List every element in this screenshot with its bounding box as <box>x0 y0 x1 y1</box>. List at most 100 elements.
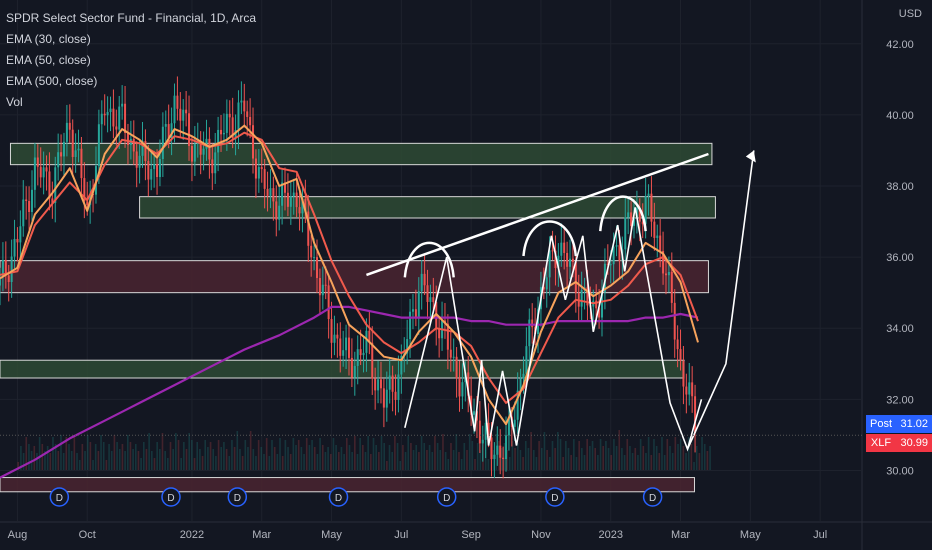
candle-body <box>670 271 673 303</box>
support-zone <box>0 359 685 379</box>
dividend-letter: D <box>335 493 342 504</box>
volume-bar <box>621 448 623 470</box>
volume-bar <box>142 442 145 470</box>
volume-bar <box>177 440 180 470</box>
volume-bar <box>228 456 231 470</box>
ema50-legend[interactable]: EMA (50, close) <box>6 50 256 71</box>
volume-bar <box>508 457 511 470</box>
volume-bar <box>110 451 113 470</box>
candle-body <box>333 334 336 343</box>
volume-bar <box>527 448 530 470</box>
volume-bar <box>303 454 305 470</box>
candle-body <box>499 445 502 458</box>
volume-bar <box>84 451 86 470</box>
candle-body <box>310 245 313 258</box>
volume-bar <box>183 442 185 470</box>
volume-bar <box>247 447 249 470</box>
volume-bar <box>263 454 265 470</box>
candle-body <box>691 382 694 397</box>
currency-label: USD <box>898 8 922 20</box>
y-tick-label: 32.00 <box>886 394 914 406</box>
volume-bar <box>239 449 241 470</box>
volume-bar <box>241 456 244 470</box>
volume-bar <box>257 440 260 470</box>
volume-bar <box>613 439 615 470</box>
candle-body <box>345 337 348 351</box>
volume-bar <box>148 433 150 470</box>
volume-bar <box>471 441 474 470</box>
candle-body <box>531 319 534 328</box>
volume-bar <box>460 459 463 470</box>
candle-body <box>522 373 525 379</box>
volume-bar <box>102 442 105 470</box>
volume-bar <box>447 459 450 470</box>
volume-bar <box>188 433 190 470</box>
x-tick-label: Jul <box>394 529 408 541</box>
volume-bar <box>153 458 156 470</box>
x-tick-label: Mar <box>252 529 271 541</box>
candle-body <box>150 169 153 180</box>
resistance-zone <box>0 477 695 493</box>
last-tag: XLF <box>870 437 892 450</box>
volume-bar <box>140 458 142 470</box>
volume-bar <box>362 445 364 470</box>
volume-bar <box>137 451 140 470</box>
y-tick-label: 40.00 <box>886 110 914 122</box>
candle-body <box>254 158 257 179</box>
candle-body <box>525 346 528 374</box>
volume-bar <box>674 437 677 470</box>
candle-body <box>138 155 141 168</box>
volume-bar <box>690 444 693 470</box>
candle-body <box>54 167 57 203</box>
volume-bar <box>207 447 209 470</box>
volume-bar <box>49 453 52 470</box>
candle-body <box>275 201 278 220</box>
volume-bar <box>108 444 110 470</box>
ema30-legend[interactable]: EMA (30, close) <box>6 29 256 50</box>
candle-body <box>214 152 217 174</box>
volume-bar <box>70 451 73 470</box>
candle-body <box>164 124 167 127</box>
volume-legend[interactable]: Vol <box>6 92 256 113</box>
candle-body <box>135 151 138 168</box>
volume-bar <box>62 453 65 470</box>
candle-body <box>458 378 461 397</box>
volume-bar <box>388 445 391 470</box>
candle-body <box>359 349 362 356</box>
candle-body <box>490 437 493 460</box>
candle-body <box>493 454 496 460</box>
volume-bar <box>642 446 645 470</box>
volume-bar <box>450 443 452 470</box>
volume-bar <box>249 431 252 470</box>
post-market-price-label: Post 31.02 <box>866 415 932 434</box>
candle-body <box>339 338 342 356</box>
last-price-label: XLF 30.99 <box>866 434 932 453</box>
volume-bar <box>399 461 402 470</box>
volume-bar <box>351 452 353 470</box>
candle-body <box>330 319 333 343</box>
volume-bar <box>204 440 207 470</box>
volume-bar <box>151 451 153 470</box>
candle-body <box>449 349 452 358</box>
candle-body <box>566 252 569 267</box>
candle-body <box>551 250 554 252</box>
volume-bar <box>340 447 343 470</box>
dividend-letter: D <box>167 493 174 504</box>
volume-bar <box>524 441 527 470</box>
candle-body <box>158 159 161 178</box>
candle-body <box>225 113 228 133</box>
volume-bar <box>52 437 54 470</box>
candle-body <box>249 116 252 126</box>
volume-bar <box>81 444 84 470</box>
volume-bar <box>594 448 597 470</box>
candle-body <box>694 396 697 434</box>
candle-body <box>217 129 220 153</box>
volume-bar <box>439 450 442 470</box>
volume-bar <box>661 437 663 470</box>
candle-body <box>397 374 400 400</box>
volume-bar <box>615 446 618 470</box>
volume-bar <box>311 440 313 470</box>
volume-bar <box>292 438 295 470</box>
candle-body <box>423 273 426 286</box>
ema500-legend[interactable]: EMA (500, close) <box>6 71 256 92</box>
